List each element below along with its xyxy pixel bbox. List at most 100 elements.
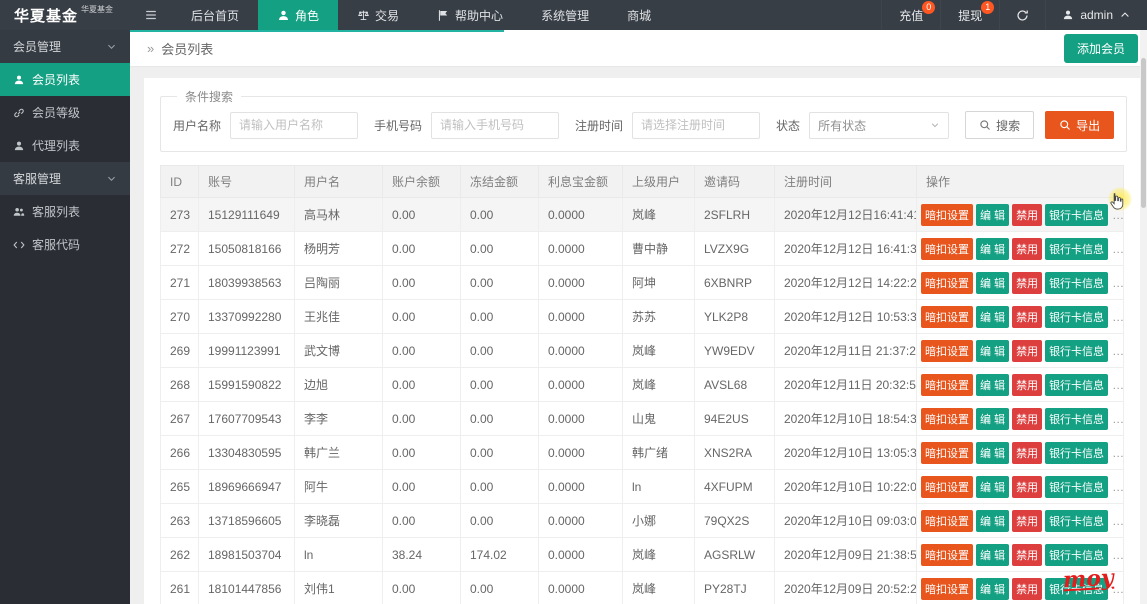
hidden-deduct-button[interactable]: 暗扣设置: [921, 407, 973, 430]
cell-parent: 岚峰: [622, 537, 695, 572]
edit-button[interactable]: 编 辑: [976, 203, 1010, 226]
hidden-deduct-button[interactable]: 暗扣设置: [921, 509, 973, 532]
hidden-deduct-button[interactable]: 暗扣设置: [921, 543, 973, 566]
sidebar-item-member-level[interactable]: 会员等级: [0, 96, 130, 129]
bank-card-button[interactable]: 银行卡信息: [1045, 373, 1109, 396]
bank-card-button[interactable]: 银行卡信息: [1045, 305, 1109, 328]
username-input[interactable]: [230, 111, 359, 139]
bank-card-button[interactable]: 银行卡信息: [1045, 543, 1109, 566]
topbar: 华夏基金 华夏基金 后台首页 角色 交易 帮助中心 系统管理 商城 充值 0 提现 1 admi…: [0, 0, 1147, 30]
export-button[interactable]: 导出: [1045, 111, 1115, 139]
hidden-deduct-button[interactable]: 暗扣设置: [921, 237, 973, 260]
sidebar-item-service-code[interactable]: 客服代码: [0, 228, 130, 261]
more-actions-button[interactable]: …: [1112, 310, 1122, 324]
scrollbar-thumb[interactable]: [1141, 58, 1146, 208]
edit-button[interactable]: 编 辑: [976, 305, 1010, 328]
user-menu[interactable]: admin: [1045, 0, 1147, 30]
top-nav-role[interactable]: 角色: [258, 0, 339, 30]
more-actions-button[interactable]: …: [1112, 242, 1122, 256]
hidden-deduct-button[interactable]: 暗扣设置: [921, 475, 973, 498]
disable-button[interactable]: 禁用: [1012, 441, 1043, 464]
disable-button[interactable]: 禁用: [1012, 305, 1043, 328]
more-actions-button[interactable]: …: [1112, 276, 1122, 290]
bank-card-button[interactable]: 银行卡信息: [1045, 203, 1109, 226]
top-nav-help-center[interactable]: 帮助中心: [418, 0, 522, 30]
cell-username: 武文博: [294, 333, 383, 368]
sidebar-item-service-list[interactable]: 客服列表: [0, 195, 130, 228]
top-nav-home[interactable]: 后台首页: [172, 0, 258, 30]
sidebar-item-member-list[interactable]: 会员列表: [0, 63, 130, 96]
top-nav-trade[interactable]: 交易: [338, 0, 418, 30]
disable-button[interactable]: 禁用: [1012, 543, 1043, 566]
cell-frozen: 0.00: [460, 571, 539, 604]
sidebar-group-service-management[interactable]: 客服管理: [0, 162, 130, 195]
sidebar-item-label: 客服代码: [32, 238, 81, 252]
disable-button[interactable]: 禁用: [1012, 203, 1043, 226]
edit-button[interactable]: 编 辑: [976, 509, 1010, 532]
more-actions-button[interactable]: …: [1112, 548, 1122, 562]
member-table: ID 账号 用户名 账户余额 冻结金额 利息宝金额 上级用户 邀请码 注册时间 操作 273 151…: [160, 165, 1124, 604]
sidebar-item-agent-list[interactable]: 代理列表: [0, 129, 130, 162]
hidden-deduct-button[interactable]: 暗扣设置: [921, 203, 973, 226]
search-button[interactable]: 搜索: [965, 111, 1035, 139]
recharge-button[interactable]: 充值 0: [881, 0, 940, 30]
disable-button[interactable]: 禁用: [1012, 373, 1043, 396]
edit-button[interactable]: 编 辑: [976, 475, 1010, 498]
withdraw-button[interactable]: 提现 1: [940, 0, 999, 30]
sidebar-item-label: 代理列表: [32, 139, 81, 153]
more-actions-button[interactable]: …: [1112, 412, 1122, 426]
chevron-down-icon: [930, 120, 940, 130]
hidden-deduct-button[interactable]: 暗扣设置: [921, 339, 973, 362]
cell-invite: 2SFLRH: [694, 197, 775, 232]
hidden-deduct-button[interactable]: 暗扣设置: [921, 373, 973, 396]
status-select[interactable]: 所有状态: [809, 111, 950, 139]
person-icon: [277, 9, 290, 22]
bank-card-button[interactable]: 银行卡信息: [1045, 509, 1109, 532]
edit-button[interactable]: 编 辑: [976, 237, 1010, 260]
hidden-deduct-button[interactable]: 暗扣设置: [921, 441, 973, 464]
more-actions-button[interactable]: …: [1112, 208, 1122, 222]
bank-card-button[interactable]: 银行卡信息: [1045, 407, 1109, 430]
disable-button[interactable]: 禁用: [1012, 577, 1043, 600]
disable-button[interactable]: 禁用: [1012, 509, 1043, 532]
add-member-button[interactable]: 添加会员: [1063, 33, 1138, 63]
top-nav-mall[interactable]: 商城: [608, 0, 670, 30]
disable-button[interactable]: 禁用: [1012, 407, 1043, 430]
hidden-deduct-button[interactable]: 暗扣设置: [921, 305, 973, 328]
hidden-deduct-button[interactable]: 暗扣设置: [921, 271, 973, 294]
edit-button[interactable]: 编 辑: [976, 441, 1010, 464]
bank-card-button[interactable]: 银行卡信息: [1045, 237, 1109, 260]
hamburger-menu-icon[interactable]: [130, 0, 172, 30]
search-field-phone: 手机号码: [374, 111, 560, 139]
hidden-deduct-button[interactable]: 暗扣设置: [921, 577, 973, 600]
more-actions-button[interactable]: …: [1112, 480, 1122, 494]
more-actions-button[interactable]: …: [1112, 378, 1122, 392]
refresh-button[interactable]: [999, 0, 1045, 30]
top-nav-system-management[interactable]: 系统管理: [522, 0, 608, 30]
more-actions-button[interactable]: …: [1112, 344, 1122, 358]
cell-username: 王兆佳: [294, 299, 383, 334]
bank-card-button[interactable]: 银行卡信息: [1045, 475, 1109, 498]
edit-button[interactable]: 编 辑: [976, 271, 1010, 294]
edit-button[interactable]: 编 辑: [976, 577, 1010, 600]
bank-card-button[interactable]: 银行卡信息: [1045, 441, 1109, 464]
reg-time-input[interactable]: [632, 111, 761, 139]
vertical-scrollbar[interactable]: [1140, 30, 1147, 604]
column-header: 上级用户: [622, 165, 695, 198]
disable-button[interactable]: 禁用: [1012, 237, 1043, 260]
edit-button[interactable]: 编 辑: [976, 339, 1010, 362]
cell-reg_time: 2020年12月11日 20:32:51: [774, 367, 917, 402]
phone-input[interactable]: [431, 111, 560, 139]
disable-button[interactable]: 禁用: [1012, 475, 1043, 498]
more-actions-button[interactable]: …: [1112, 446, 1122, 460]
disable-button[interactable]: 禁用: [1012, 271, 1043, 294]
bank-card-button[interactable]: 银行卡信息: [1045, 339, 1109, 362]
disable-button[interactable]: 禁用: [1012, 339, 1043, 362]
edit-button[interactable]: 编 辑: [976, 373, 1010, 396]
more-actions-button[interactable]: …: [1112, 514, 1122, 528]
bank-card-button[interactable]: 银行卡信息: [1045, 271, 1109, 294]
edit-button[interactable]: 编 辑: [976, 407, 1010, 430]
edit-button[interactable]: 编 辑: [976, 543, 1010, 566]
column-header: 账户余额: [382, 165, 461, 198]
sidebar-group-member-management[interactable]: 会员管理: [0, 30, 130, 63]
